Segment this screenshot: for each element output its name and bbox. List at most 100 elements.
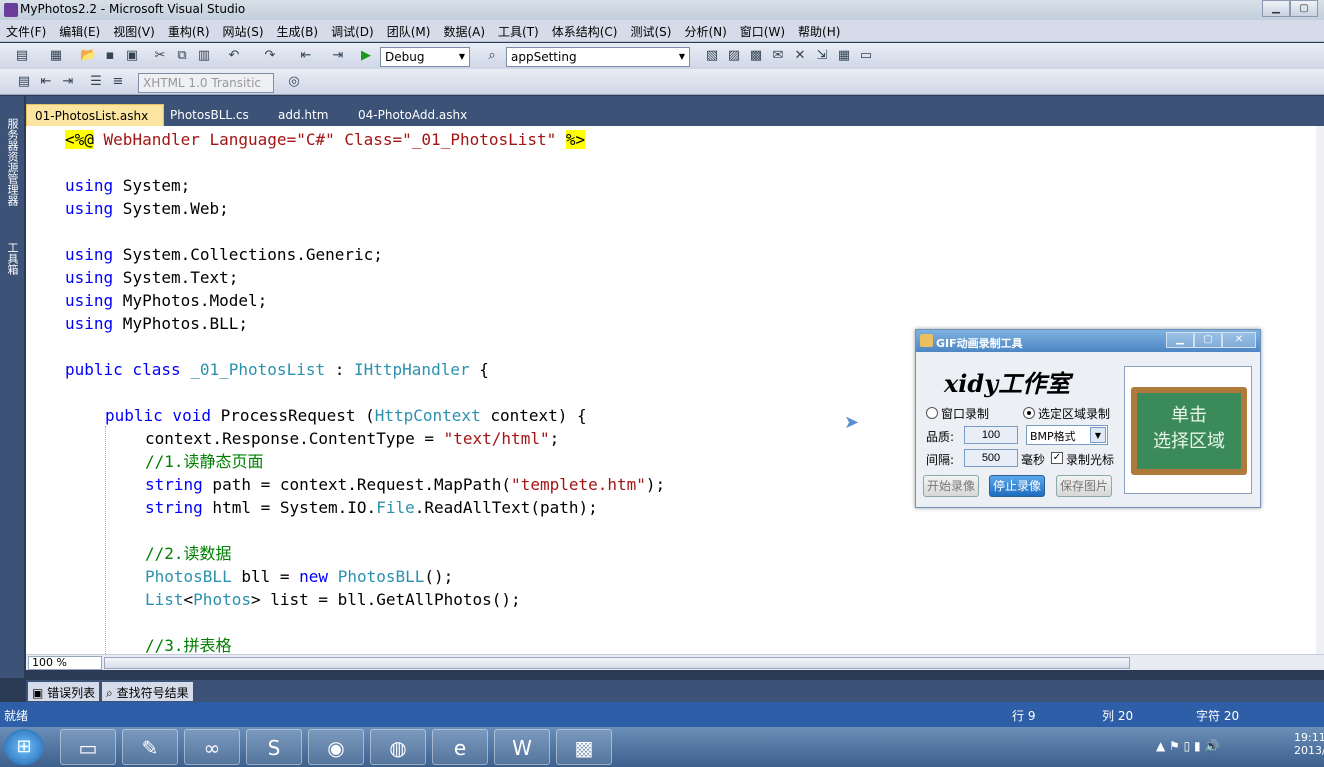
menu-team[interactable]: 团队(M) [387,20,431,40]
menu-debug[interactable]: 调试(D) [331,20,374,40]
maximize-button[interactable]: ▢ [1290,0,1318,17]
menu-architecture[interactable]: 体系结构(C) [552,20,618,40]
object-browser-icon[interactable]: ▩ [748,48,764,64]
menu-test[interactable]: 测试(S) [630,20,671,40]
menu-analyze[interactable]: 分析(N) [684,20,726,40]
save-all-icon[interactable]: ▣ [124,48,140,64]
start-debug-icon[interactable]: ▶ [358,48,374,64]
vertical-scrollbar[interactable] [1316,126,1324,654]
solution-config-select[interactable]: Debug ▼ [380,47,470,67]
format-select[interactable]: BMP格式 ▼ [1026,425,1108,445]
keyword: using [65,291,114,310]
radio-region-label: 选定区域录制 [1038,407,1111,421]
open-folder-icon[interactable]: 📂 [80,48,96,64]
find-in-files-icon[interactable]: ⌕ [484,48,500,64]
document-tabs: 01-PhotosList.ashx ✕ PhotosBLL.cs add.ht… [26,96,1324,137]
menu-window[interactable]: 窗口(W) [740,20,785,40]
tab-error-list[interactable]: ▣ 错误列表 [28,682,100,701]
tab-find-symbol-results[interactable]: ⌕ 查找符号结果 [102,682,193,701]
start-page-icon[interactable]: ⇲ [814,48,830,64]
navigate-forward-icon[interactable]: ⇥ [330,48,346,64]
solution-config-value: Debug [385,50,425,64]
menu-help[interactable]: 帮助(H) [798,20,840,40]
tab-photosbll[interactable]: PhotosBLL.cs [162,104,257,126]
comment-icon[interactable]: ☰ [88,74,104,90]
navigate-back-icon[interactable]: ⇤ [298,48,314,64]
editor-bottom-bar: 100 % [26,654,1324,670]
find-value: appSetting [511,50,577,64]
ie-icon[interactable]: e [432,729,488,765]
keyword: string [145,475,203,494]
copy-icon[interactable]: ⧉ [174,48,190,64]
tab-photoadd[interactable]: 04-PhotoAdd.ashx [350,104,475,126]
menu-website[interactable]: 网站(S) [223,20,264,40]
doctype-select[interactable]: XHTML 1.0 Transitic [138,73,274,93]
tab-add[interactable]: add.htm [270,104,336,126]
start-recording-button[interactable]: 开始录像 [923,475,979,497]
code-line: using MyPhotos.BLL; [65,312,248,335]
toolbox-tab[interactable]: 工具箱 [4,242,20,275]
tray-icons[interactable]: ▲ ⚑ ▯ ▮ 🔊 [1156,739,1219,753]
stop-recording-button[interactable]: 停止录像 [989,475,1045,497]
outdent-icon[interactable]: ⇤ [38,74,54,90]
studio-logo: xidy工作室 [944,369,1071,398]
find-combo[interactable]: appSetting ▼ [506,47,690,67]
sogou-icon[interactable]: S [246,729,302,765]
menu-tools[interactable]: 工具(T) [498,20,539,40]
uncomment-icon[interactable]: ≡ [110,74,126,90]
gif-app-icon [920,334,933,347]
cut-icon[interactable]: ✂ [152,48,168,64]
save-icon[interactable]: ▪ [102,48,118,64]
gif-recorder-window: GIF动画录制工具 ▁ ▢ ✕ xidy工作室 窗口录制 选定区域录制 品质: … [915,329,1261,508]
indent-icon[interactable]: ⇥ [60,74,76,90]
clock[interactable]: 19:112013/2 [1294,731,1324,757]
extension-icon[interactable]: ▦ [836,48,852,64]
gif-maximize-button[interactable]: ▢ [1194,332,1222,348]
minimize-button[interactable]: ▁ [1262,0,1290,17]
record-cursor-checkbox[interactable]: ✓ [1051,452,1063,464]
firefox-icon[interactable]: ◉ [308,729,364,765]
save-image-button[interactable]: 保存图片 [1056,475,1112,497]
zoom-select[interactable]: 100 % [28,656,102,670]
gif-tool-task-icon[interactable]: ▩ [556,729,612,765]
format-icon[interactable]: ▤ [16,74,32,90]
server-explorer-tab[interactable]: 服务器资源管理器 [4,118,20,206]
menu-refactor[interactable]: 重构(R) [168,20,210,40]
interval-input[interactable] [964,449,1018,467]
menu-build[interactable]: 生成(B) [277,20,319,40]
redo-icon[interactable]: ↷ [262,48,278,64]
quality-input[interactable] [964,426,1018,444]
radio-region-record[interactable] [1023,407,1035,419]
gif-close-button[interactable]: ✕ [1222,332,1256,348]
code-text: (); [424,567,454,586]
properties-icon[interactable]: ▨ [726,48,742,64]
status-text: 就绪 [4,709,29,723]
record-cursor-label: 录制光标 [1066,453,1115,467]
new-project-icon[interactable]: ▤ [14,48,30,64]
visual-studio-task-icon[interactable]: ∞ [184,729,240,765]
solution-explorer-icon[interactable]: ▧ [704,48,720,64]
browser-icon[interactable]: ◎ [286,74,302,90]
start-button[interactable]: ⊞ [4,729,44,765]
type-name: List [145,590,184,609]
select-region-button[interactable]: 单击 选择区域 [1124,366,1252,494]
menu-data[interactable]: 数据(A) [443,20,485,40]
wrench-icon[interactable]: ✕ [792,48,808,64]
gif-minimize-button[interactable]: ▁ [1166,332,1194,348]
word-icon[interactable]: W [494,729,550,765]
undo-icon[interactable]: ↶ [226,48,242,64]
command-window-icon[interactable]: ▭ [858,48,874,64]
explorer-icon[interactable]: ▭ [60,729,116,765]
chrome-icon[interactable]: ◍ [370,729,426,765]
tools-icon[interactable]: ✎ [122,729,178,765]
menu-edit[interactable]: 编辑(E) [59,20,100,40]
paste-icon[interactable]: ▥ [196,48,212,64]
menu-file[interactable]: 文件(F) [6,20,46,40]
horizontal-scrollbar[interactable] [104,657,1130,669]
tab-photoslist[interactable]: 01-PhotosList.ashx ✕ [26,104,164,137]
menu-view[interactable]: 视图(V) [113,20,155,40]
toolbox-icon[interactable]: ✉ [770,48,786,64]
radio-window-record[interactable] [926,407,938,419]
code-text: : [325,360,354,379]
add-item-icon[interactable]: ▦ [48,48,64,64]
